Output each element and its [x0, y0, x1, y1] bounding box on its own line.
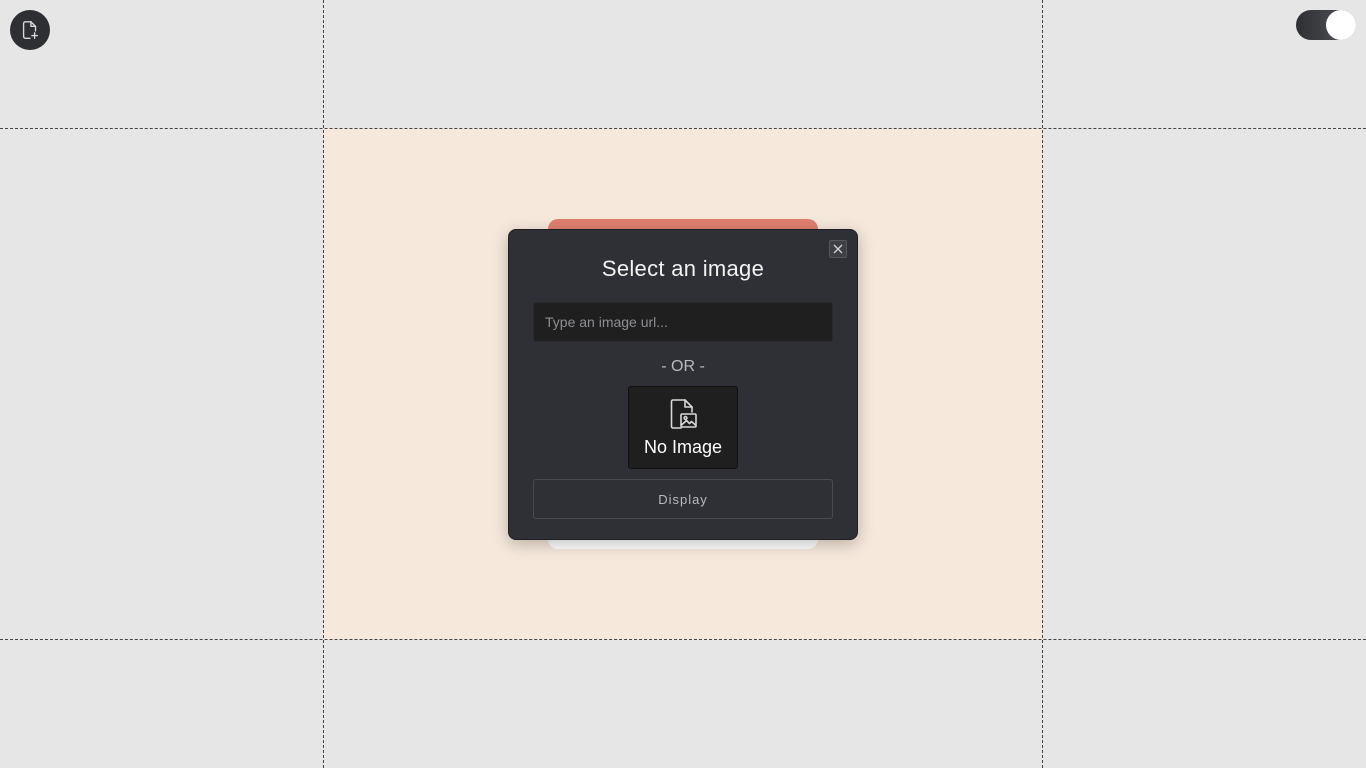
display-button[interactable]: Display [533, 479, 833, 519]
modal-title: Select an image [601, 256, 765, 281]
image-picker-button[interactable]: No Image [628, 386, 738, 469]
theme-toggle[interactable] [1296, 10, 1356, 40]
file-image-icon [670, 399, 697, 429]
toggle-knob [1326, 10, 1356, 40]
close-icon [833, 244, 843, 254]
new-file-button[interactable] [10, 10, 50, 50]
guide-line-bottom [0, 639, 1366, 640]
guide-line-top [0, 128, 1366, 129]
image-picker-label: No Image [643, 437, 723, 457]
select-image-modal: Select an image - OR - No Image Display [508, 229, 858, 540]
file-plus-icon [22, 21, 39, 39]
guide-line-left [323, 0, 324, 768]
or-separator: - OR - [661, 358, 705, 375]
guide-line-right [1042, 0, 1043, 768]
image-url-input[interactable] [533, 302, 833, 342]
